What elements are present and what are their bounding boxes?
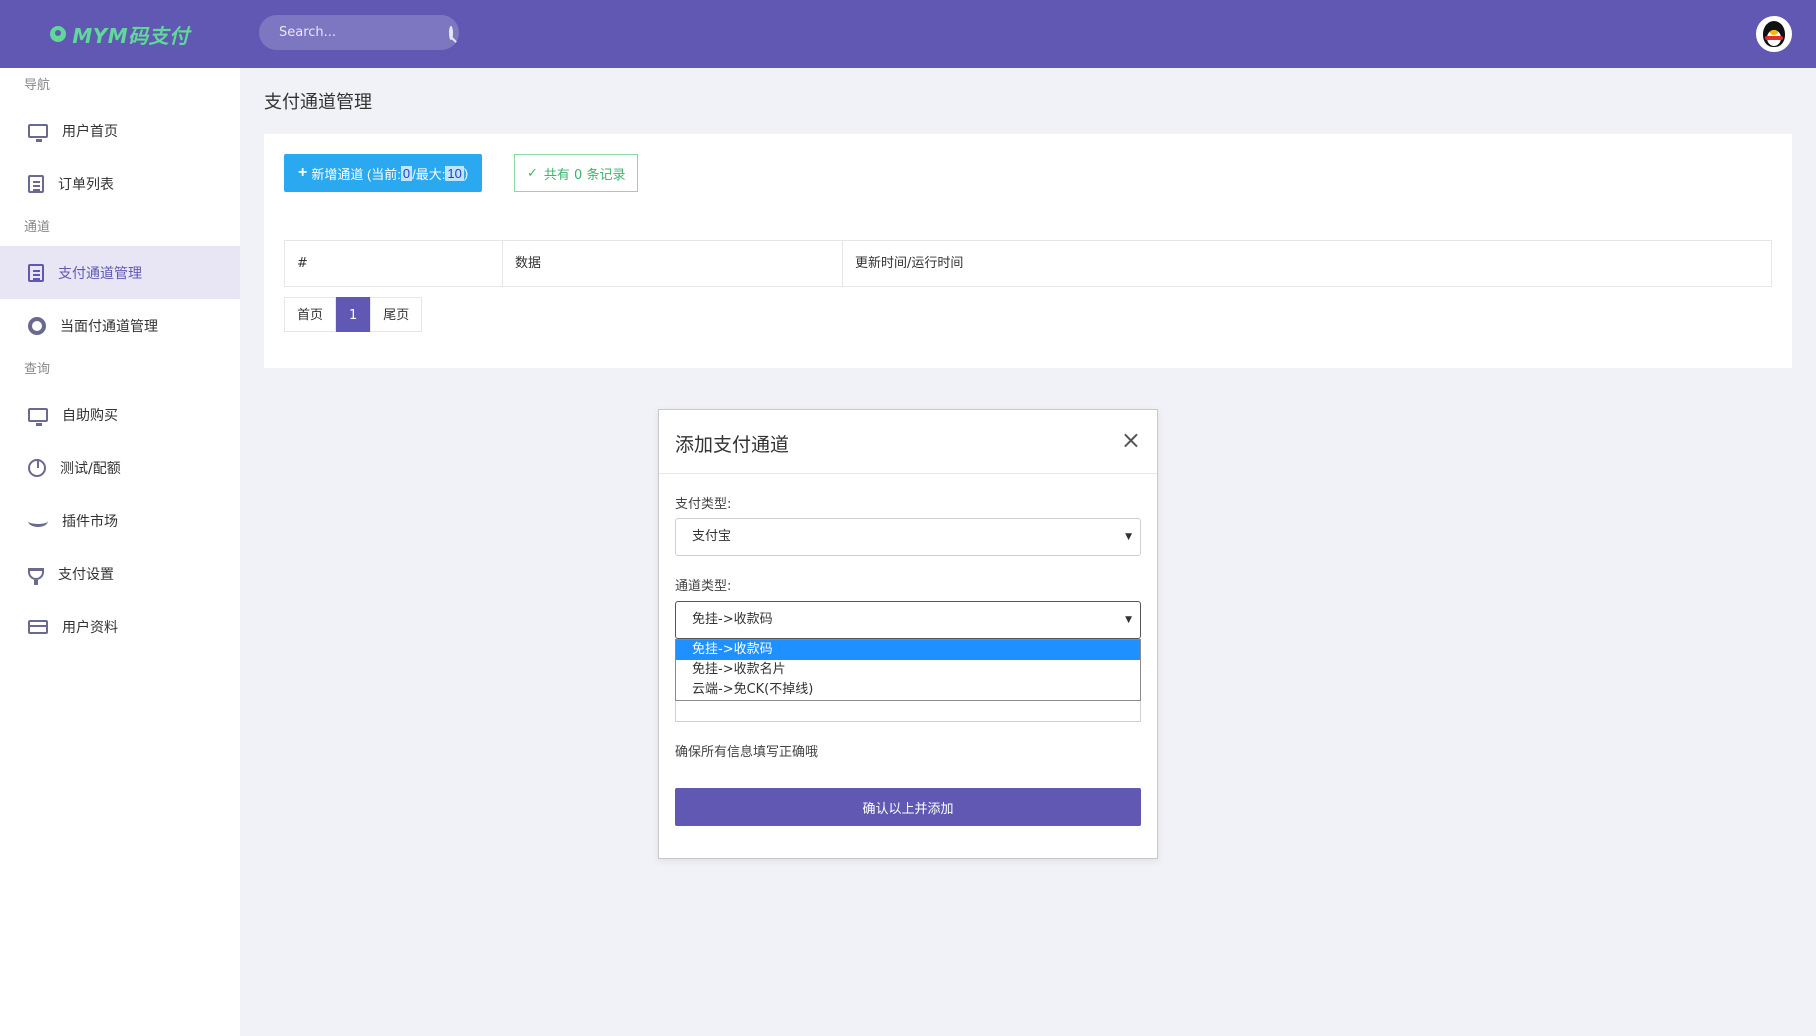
sidebar-item-label: 测试/配额	[60, 460, 121, 477]
wave-icon	[28, 515, 48, 527]
monitor-icon	[28, 123, 48, 142]
lifebuoy-icon	[28, 316, 46, 335]
penguin-scarf	[1765, 36, 1783, 40]
sidebar-item-label: 用户首页	[62, 123, 118, 140]
sidebar-item-label: 自助购买	[62, 407, 118, 424]
search-input[interactable]	[279, 25, 449, 40]
table-header-index: #	[285, 241, 503, 286]
card-icon	[28, 619, 48, 634]
table-header-data: 数据	[503, 241, 843, 286]
channel-type-value: 免挂->收款码	[692, 612, 773, 627]
pay-type-value: 支付宝	[692, 529, 732, 544]
max-count: 10	[445, 165, 464, 181]
chevron-down-icon: ▼	[1125, 532, 1132, 542]
sidebar-item-label: 插件市场	[62, 513, 118, 530]
record-count-badge: ✓ 共有 0 条记录	[514, 154, 639, 192]
add-button-middle: /最大:	[412, 166, 446, 182]
dropdown-option[interactable]: 云端->免CK(不掉线)	[676, 680, 1140, 700]
penguin-beak	[1770, 30, 1778, 35]
brand-logo[interactable]: MYM码支付	[0, 0, 240, 68]
sidebar: 导航 用户首页 订单列表 通道 支付通道管理 当面付通道管理 查询 自助购买 测…	[0, 68, 240, 1036]
pagination: 首页 1 尾页	[284, 297, 423, 332]
nav-section-label: 查询	[24, 362, 51, 377]
sidebar-item-payment-channel[interactable]: 支付通道管理	[0, 246, 240, 299]
sidebar-item-label: 用户资料	[62, 619, 118, 636]
add-button-suffix: )	[463, 165, 469, 181]
channel-panel: + 新增通道 (当前: 0 /最大: 10 ) ✓ 共有 0 条记录 # 数据 …	[264, 134, 1792, 368]
channel-type-dropdown: 免挂->收款码 免挂->收款名片 云端->免CK(不掉线)	[675, 639, 1141, 701]
pay-type-label: 支付类型:	[675, 497, 732, 512]
brand-name: MYM码支付	[72, 23, 190, 48]
top-navbar: MYM码支付	[0, 0, 1816, 68]
check-icon: ✓	[527, 165, 538, 181]
sidebar-item-plugin-market[interactable]: 插件市场	[0, 494, 240, 547]
sidebar-item-order-list[interactable]: 订单列表	[0, 157, 240, 210]
brand-icon	[50, 26, 67, 42]
channel-table: # 数据 更新时间/运行时间	[284, 240, 1772, 287]
sidebar-item-user-home[interactable]: 用户首页	[0, 104, 240, 157]
add-channel-button[interactable]: + 新增通道 (当前: 0 /最大: 10 )	[284, 154, 483, 192]
modal-header: 添加支付通道 ×	[659, 410, 1157, 474]
pie-chart-icon	[28, 458, 46, 477]
pay-type-select[interactable]: 支付宝 ▼	[675, 518, 1141, 556]
nav-section-label: 导航	[24, 78, 51, 93]
first-page-button[interactable]: 首页	[284, 297, 337, 332]
trophy-icon	[28, 567, 44, 585]
form-note: 确保所有信息填写正确哦	[675, 745, 819, 760]
page-title: 支付通道管理	[264, 92, 372, 113]
add-button-prefix: 新增通道 (当前:	[311, 166, 401, 182]
user-avatar[interactable]	[1756, 16, 1792, 52]
chevron-down-icon: ▼	[1125, 615, 1132, 625]
sidebar-item-test-quota[interactable]: 测试/配额	[0, 441, 240, 494]
monitor-icon	[28, 407, 48, 426]
sidebar-item-f2f-channel[interactable]: 当面付通道管理	[0, 299, 240, 352]
clipboard-icon	[28, 263, 44, 282]
sidebar-item-user-profile[interactable]: 用户资料	[0, 600, 240, 653]
close-icon[interactable]: ×	[1121, 428, 1141, 452]
dropdown-option[interactable]: 免挂->收款名片	[676, 660, 1140, 680]
sidebar-item-label: 支付通道管理	[58, 265, 142, 282]
sidebar-item-self-purchase[interactable]: 自助购买	[0, 388, 240, 441]
sidebar-item-label: 支付设置	[58, 566, 114, 583]
confirm-add-button[interactable]: 确认以上并添加	[675, 788, 1141, 826]
plus-icon: +	[298, 164, 308, 181]
clipboard-icon	[28, 174, 44, 193]
search-box	[259, 15, 459, 50]
current-count: 0	[400, 165, 413, 181]
sidebar-item-pay-settings[interactable]: 支付设置	[0, 547, 240, 600]
add-channel-modal: 添加支付通道 × 支付类型: 支付宝 ▼ 通道类型: 免挂->收款码 ▼ 免挂-…	[658, 409, 1158, 859]
nav-section-label: 通道	[24, 220, 51, 235]
channel-type-select[interactable]: 免挂->收款码 ▼	[675, 601, 1141, 639]
sidebar-item-label: 当面付通道管理	[60, 318, 158, 335]
channel-type-label: 通道类型:	[675, 579, 732, 594]
table-header-time: 更新时间/运行时间	[855, 256, 964, 271]
obscured-input-field[interactable]	[675, 701, 1141, 722]
current-page-button[interactable]: 1	[336, 297, 371, 332]
record-count-text: 共有 0 条记录	[543, 167, 626, 183]
last-page-button[interactable]: 尾页	[370, 297, 423, 332]
modal-title: 添加支付通道	[675, 434, 790, 456]
sidebar-item-label: 订单列表	[58, 176, 114, 193]
dropdown-option[interactable]: 免挂->收款码	[676, 640, 1140, 660]
search-icon[interactable]	[449, 25, 453, 40]
